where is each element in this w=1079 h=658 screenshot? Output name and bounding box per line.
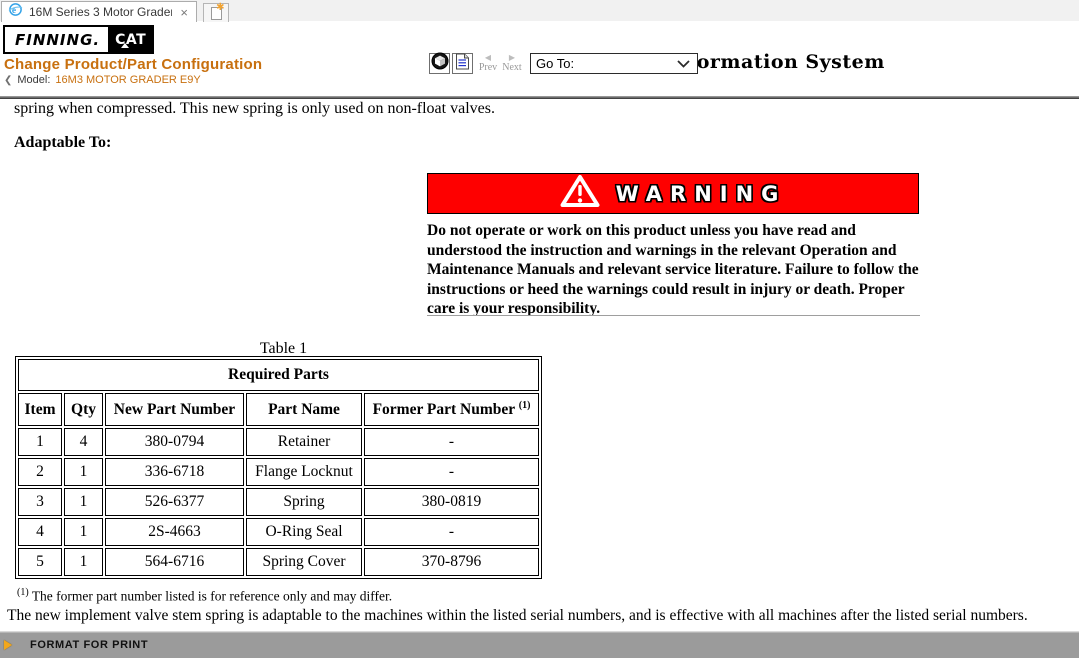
format-for-print-bar[interactable]: FORMAT FOR PRINT — [0, 631, 1079, 658]
intro-text: spring when compressed. This new spring … — [14, 100, 495, 118]
arrow-right-icon — [4, 640, 12, 650]
col-header-former-part: Former Part Number (1) — [364, 393, 539, 426]
finning-logo-text: FINNING. — [5, 27, 108, 52]
table-row: 5 1 564-6716 Spring Cover 370-8796 — [18, 548, 539, 576]
next-label: Next — [502, 62, 521, 73]
star-icon: ✱ — [216, 3, 224, 13]
format-for-print-label: FORMAT FOR PRINT — [30, 639, 148, 651]
warning-triangle-icon — [560, 174, 600, 213]
parts-basket-button[interactable] — [429, 53, 450, 74]
back-chevron-icon[interactable]: ❮ — [4, 75, 12, 86]
model-value: 16M3 MOTOR GRADER E9Y — [55, 74, 200, 86]
next-arrow-icon: ▶ — [509, 54, 515, 62]
footnote-ref: (1) — [519, 400, 531, 411]
site-header: FINNING. CAT Change Product/Part Configu… — [0, 23, 1079, 96]
table-row: 2 1 336-6718 Flange Locknut - — [18, 458, 539, 486]
closing-text: The new implement valve stem spring is a… — [7, 607, 1079, 625]
footnote-ref: (1) — [17, 587, 29, 598]
table-row: 3 1 526-6377 Spring 380-0819 — [18, 488, 539, 516]
table-footnote: (1) The former part number listed is for… — [17, 587, 392, 605]
ie-icon: e — [8, 2, 23, 22]
col-header-new-part: New Part Number — [105, 393, 244, 426]
prev-label: Prev — [479, 62, 497, 73]
chevron-down-icon — [677, 56, 690, 71]
toolbar: ◀ Prev ▶ Next Go To: — [429, 53, 698, 74]
table-header-row: Item Qty New Part Number Part Name Forme… — [18, 393, 539, 426]
table-row: 1 4 380-0794 Retainer - — [18, 428, 539, 456]
col-header-part-name: Part Name — [246, 393, 362, 426]
tab-title: 16M Series 3 Motor Grader ... — [29, 5, 172, 19]
table-title-row: Required Parts — [18, 359, 539, 391]
next-button[interactable]: ▶ Next — [501, 54, 523, 73]
new-tab-button[interactable]: ✱ — [203, 3, 229, 22]
model-label: Model: — [17, 74, 50, 86]
cat-logo: CAT — [108, 27, 152, 52]
warning-divider — [427, 315, 920, 317]
finning-cat-logo: FINNING. CAT — [3, 25, 154, 54]
goto-select[interactable]: Go To: — [530, 53, 698, 74]
warning-text: Do not operate or work on this product u… — [427, 221, 923, 319]
prev-arrow-icon: ◀ — [485, 54, 491, 62]
prev-button[interactable]: ◀ Prev — [477, 54, 499, 73]
browser-tab-bar: e 16M Series 3 Motor Grader ... × ✱ — [0, 0, 1079, 22]
cat-triangle-icon — [121, 43, 129, 48]
page-title: Change Product/Part Configuration — [4, 56, 262, 73]
document-button[interactable] — [452, 53, 473, 74]
warning-banner: WARNING — [427, 173, 919, 214]
col-header-item: Item — [18, 393, 62, 426]
adaptable-heading: Adaptable To: — [14, 134, 111, 152]
document-icon — [455, 53, 470, 75]
goto-selected-value: Go To: — [536, 56, 574, 71]
model-breadcrumb: ❮ Model: 16M3 MOTOR GRADER E9Y — [4, 74, 201, 86]
header-divider — [0, 96, 1079, 99]
footnote-text: The former part number listed is for ref… — [32, 589, 392, 604]
table-row: 4 1 2S-4663 O-Ring Seal - — [18, 518, 539, 546]
table-title: Required Parts — [18, 359, 539, 391]
browser-window: e 16M Series 3 Motor Grader ... × ✱ FINN… — [0, 0, 1079, 658]
globe-cube-icon — [431, 52, 449, 75]
new-tab-icon: ✱ — [211, 7, 222, 20]
warning-title: WARNING — [616, 182, 787, 206]
col-header-qty: Qty — [64, 393, 103, 426]
browser-tab[interactable]: e 16M Series 3 Motor Grader ... × — [1, 1, 197, 22]
required-parts-table: Required Parts Item Qty New Part Number … — [15, 356, 542, 579]
close-icon[interactable]: × — [178, 6, 190, 19]
